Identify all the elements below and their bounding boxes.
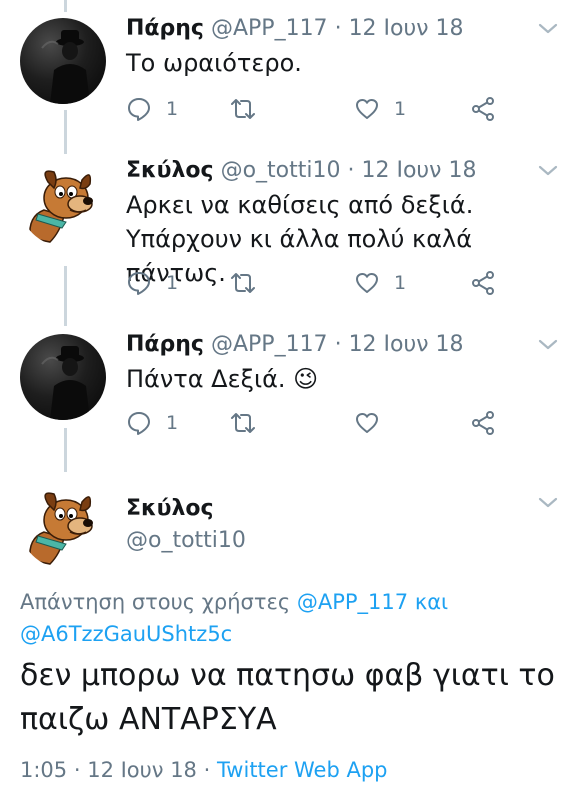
tweet-footer: 1:05 · 12 Ιουν 18 · Twitter Web App: [20, 755, 388, 785]
handle[interactable]: @APP_117: [211, 16, 328, 41]
display-name[interactable]: Σκύλος: [126, 494, 214, 524]
tweet-actions: 1 1: [126, 268, 526, 298]
handle[interactable]: @APP_117: [211, 332, 328, 357]
timestamp[interactable]: 12 Ιουν 18: [349, 16, 464, 41]
avatar[interactable]: [20, 334, 106, 420]
like-button[interactable]: [354, 408, 394, 438]
cartoon-dog-avatar-icon: [29, 170, 93, 243]
display-name[interactable]: Πάρης: [126, 16, 204, 41]
handle[interactable]: @o_totti10: [221, 158, 341, 183]
reply-icon: [128, 412, 150, 435]
chevron-down-icon[interactable]: [536, 16, 560, 40]
share-icon: [472, 97, 494, 121]
avatar[interactable]: [20, 482, 106, 568]
mention-link[interactable]: @APP_117: [297, 590, 408, 614]
chevron-down-icon[interactable]: [536, 490, 560, 514]
tweet-time[interactable]: 1:05: [20, 758, 67, 782]
separator: ·: [334, 332, 342, 357]
replying-to: Απάντηση στους χρήστες @APP_117 και @A6T…: [20, 586, 550, 650]
thread-line: [64, 110, 67, 154]
reply-button[interactable]: 1: [126, 268, 178, 298]
heart-icon: [356, 413, 378, 433]
like-button[interactable]: 1: [354, 268, 406, 298]
tweet-text: Το ωραιότερο.: [126, 49, 302, 77]
reply-icon: [128, 98, 150, 121]
like-count: 1: [394, 272, 407, 294]
share-icon: [472, 411, 494, 435]
tweet-source-link[interactable]: Twitter Web App: [217, 758, 388, 782]
timestamp[interactable]: 12 Ιουν 18: [349, 332, 464, 357]
noir-man-avatar-icon: [41, 30, 90, 104]
tweet-header: Πάρης @APP_117 · 12 Ιουν 18: [126, 330, 464, 360]
separator: ·: [347, 158, 355, 183]
reply-count: 1: [166, 272, 179, 294]
share-button[interactable]: [470, 408, 496, 438]
reply-icon: [128, 272, 150, 295]
retweet-button[interactable]: [230, 408, 270, 438]
display-name[interactable]: Πάρης: [126, 332, 204, 357]
avatar[interactable]: [20, 18, 106, 104]
noir-man-avatar-icon: [41, 346, 90, 420]
cartoon-dog-avatar-icon: [29, 492, 93, 565]
tweet-date[interactable]: 12 Ιουν 18: [87, 758, 197, 782]
avatar[interactable]: [20, 160, 106, 246]
thread-line: [64, 0, 67, 12]
retweet-icon: [231, 99, 255, 119]
tweet-actions: 1: [126, 408, 526, 438]
tweet-text: Πάντα Δεξιά. 😉: [126, 365, 319, 393]
separator: ·: [196, 758, 217, 782]
separator: ·: [67, 758, 88, 782]
timestamp[interactable]: 12 Ιουν 18: [362, 158, 477, 183]
mention-conjunction: και: [408, 590, 449, 614]
reply-button[interactable]: 1: [126, 408, 178, 438]
reply-button[interactable]: 1: [126, 94, 178, 124]
share-icon: [472, 271, 494, 295]
thread-line: [64, 428, 67, 472]
like-button[interactable]: 1: [354, 94, 406, 124]
retweet-button[interactable]: [230, 94, 270, 124]
heart-icon: [356, 273, 378, 293]
mention-link[interactable]: @A6TzzGauUShtz5c: [20, 622, 232, 646]
chevron-down-icon[interactable]: [536, 158, 560, 182]
retweet-icon: [231, 413, 255, 433]
separator: ·: [334, 16, 342, 41]
handle[interactable]: @o_totti10: [126, 526, 246, 556]
reply-count: 1: [166, 98, 179, 120]
tweet-header: Πάρης @APP_117 · 12 Ιουν 18: [126, 14, 464, 44]
share-button[interactable]: [470, 268, 496, 298]
display-name[interactable]: Σκύλος: [126, 158, 214, 183]
tweet-text: δεν μπορω να πατησω φαβ γιατι το παιζω Α…: [20, 658, 555, 737]
like-count: 1: [394, 98, 407, 120]
share-button[interactable]: [470, 94, 496, 124]
retweet-button[interactable]: [230, 268, 270, 298]
thread-line: [64, 266, 67, 326]
chevron-down-icon[interactable]: [536, 332, 560, 356]
retweet-icon: [231, 273, 255, 293]
replying-to-label: Απάντηση στους χρήστες: [20, 590, 297, 614]
tweet-actions: 1 1: [126, 94, 526, 124]
heart-icon: [356, 99, 378, 119]
tweet-header: Σκύλος @o_totti10 · 12 Ιουν 18: [126, 156, 476, 186]
reply-count: 1: [166, 412, 179, 434]
